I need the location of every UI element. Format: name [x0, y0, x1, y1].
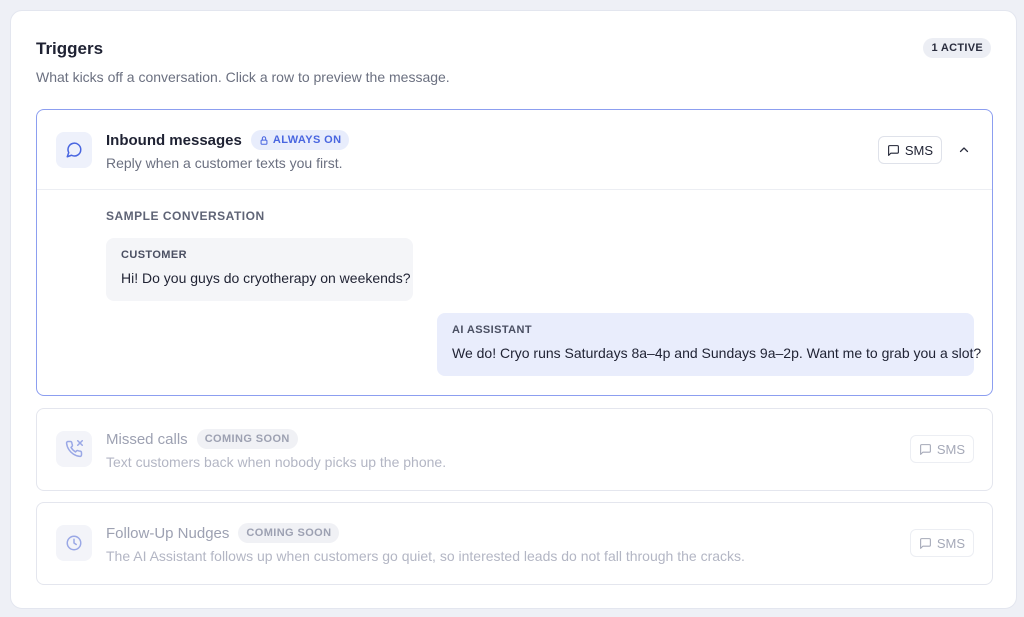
sms-channel-button[interactable]: SMS — [909, 529, 974, 557]
always-on-badge: ALWAYS ON — [250, 130, 350, 150]
trigger-row-follow-up-nudges[interactable]: Follow-Up Nudges COMING SOON The AI Assi… — [36, 502, 993, 585]
message-square-icon — [919, 537, 931, 549]
speaker-label: CUSTOMER — [121, 249, 187, 261]
customer-message-bubble: CUSTOMER Hi! Do you guys do cryotherapy … — [106, 238, 413, 301]
trigger-row-inbound-messages[interactable]: Inbound messages ALWAYS ON Reply when a … — [36, 109, 993, 396]
chevron-up-icon[interactable] — [954, 140, 974, 160]
trigger-description: Text customers back when nobody picks up… — [106, 454, 447, 470]
channel-label: SMS — [904, 142, 933, 158]
clock-icon — [56, 525, 92, 561]
sms-channel-button[interactable]: SMS — [877, 136, 942, 164]
badge-label: ALWAYS ON — [272, 134, 342, 146]
phone-missed-icon — [56, 431, 92, 467]
trigger-title-text: Follow-Up Nudges — [106, 524, 230, 542]
sample-conversation-label: SAMPLE CONVERSATION — [106, 209, 265, 223]
trigger-title: Missed calls COMING SOON — [106, 429, 298, 449]
trigger-title: Follow-Up Nudges COMING SOON — [106, 523, 340, 543]
ai-message-bubble: AI ASSISTANT We do! Cryo runs Saturdays … — [437, 313, 982, 376]
message-square-icon — [919, 443, 931, 455]
chat-bubble-icon — [56, 132, 92, 168]
trigger-title-text: Missed calls — [106, 430, 188, 448]
channel-label: SMS — [936, 535, 965, 551]
active-count-badge: 1 ACTIVE — [923, 38, 991, 58]
coming-soon-badge: COMING SOON — [238, 523, 340, 543]
lock-icon — [260, 135, 268, 145]
channel-label: SMS — [936, 441, 965, 457]
trigger-description: Reply when a customer texts you first. — [106, 155, 343, 171]
message-square-icon — [887, 144, 899, 156]
speaker-label: AI ASSISTANT — [452, 324, 532, 336]
message-text: Hi! Do you guys do cryotherapy on weeken… — [121, 270, 411, 286]
trigger-title-text: Inbound messages — [106, 131, 242, 149]
divider — [37, 189, 992, 190]
trigger-description: The AI Assistant follows up when custome… — [106, 548, 745, 564]
triggers-panel: Triggers What kicks off a conversation. … — [10, 10, 1017, 609]
trigger-row-missed-calls[interactable]: Missed calls COMING SOON Text customers … — [36, 408, 993, 491]
coming-soon-badge: COMING SOON — [196, 429, 298, 449]
sms-channel-button[interactable]: SMS — [909, 435, 974, 463]
trigger-title: Inbound messages ALWAYS ON — [106, 130, 350, 150]
page-title: Triggers — [36, 39, 104, 58]
page-subtitle: What kicks off a conversation. Click a r… — [36, 69, 450, 85]
message-text: We do! Cryo runs Saturdays 8a–4p and Sun… — [452, 345, 982, 361]
